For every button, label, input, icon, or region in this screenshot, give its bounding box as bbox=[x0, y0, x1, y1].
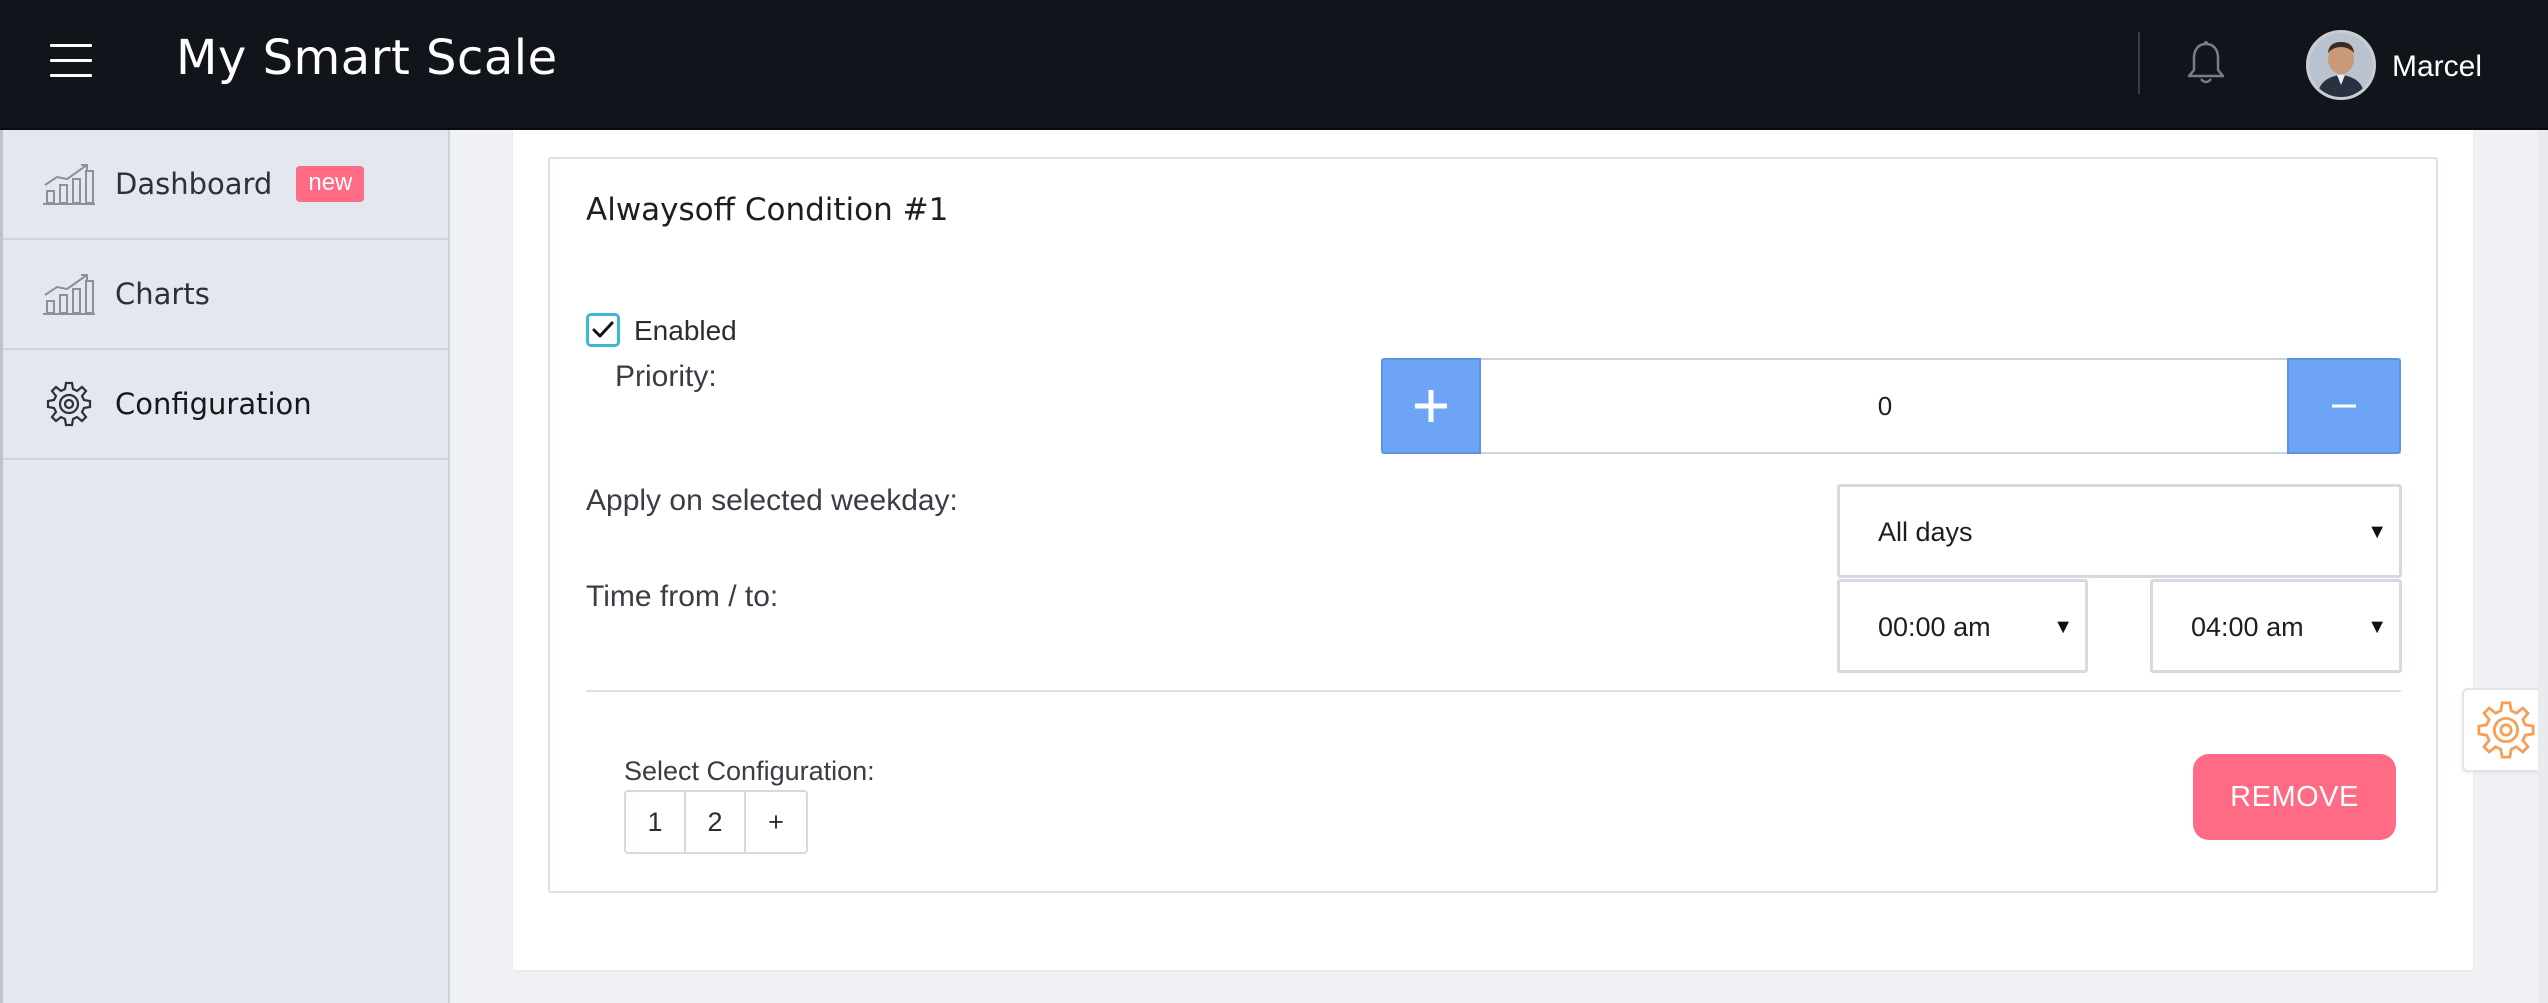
time-label: Time from / to: bbox=[586, 580, 779, 613]
sidebar-item-charts[interactable]: Charts bbox=[3, 240, 448, 350]
time-from-select[interactable]: 00:00 am ▼ bbox=[1837, 579, 2088, 673]
priority-stepper bbox=[1381, 358, 2401, 454]
select-configuration-label: Select Configuration: bbox=[624, 756, 875, 786]
section-divider bbox=[586, 690, 2401, 692]
enabled-label: Enabled bbox=[634, 315, 737, 346]
time-to-value: 04:00 am bbox=[2191, 612, 2304, 642]
sidebar-item-dashboard[interactable]: Dashboard new bbox=[3, 130, 448, 240]
time-to-select[interactable]: 04:00 am ▼ bbox=[2150, 579, 2402, 673]
new-badge: new bbox=[296, 166, 365, 202]
notification-bell-icon[interactable] bbox=[2186, 40, 2226, 86]
sidebar: Dashboard new Charts Configuration bbox=[0, 130, 450, 1003]
enabled-checkbox[interactable] bbox=[586, 313, 620, 347]
condition-title: Alwaysoff Condition #1 bbox=[586, 192, 949, 228]
checkmark-icon bbox=[592, 321, 614, 338]
remove-button[interactable]: REMOVE bbox=[2193, 754, 2396, 840]
weekday-value: All days bbox=[1878, 517, 1973, 547]
username-label[interactable]: Marcel bbox=[2392, 50, 2482, 84]
gear-icon bbox=[43, 381, 95, 427]
scrollbar[interactable] bbox=[2538, 130, 2548, 1003]
menu-toggle-icon[interactable] bbox=[50, 44, 92, 78]
top-header: My Smart Scale Marcel bbox=[0, 0, 2548, 130]
sidebar-item-configuration[interactable]: Configuration bbox=[3, 350, 448, 460]
dropdown-arrow-icon: ▼ bbox=[2053, 616, 2073, 638]
increment-button[interactable] bbox=[1381, 358, 1481, 454]
chart-growth-icon bbox=[43, 161, 95, 207]
chart-growth-icon bbox=[43, 271, 95, 317]
gear-icon bbox=[2477, 701, 2535, 759]
minus-icon bbox=[2332, 404, 2356, 408]
add-config-button[interactable]: + bbox=[746, 792, 806, 852]
sidebar-item-label: Dashboard bbox=[115, 167, 273, 201]
priority-label: Priority: bbox=[615, 360, 717, 393]
time-from-value: 00:00 am bbox=[1878, 612, 1991, 642]
plus-icon bbox=[1415, 390, 1447, 422]
app-title: My Smart Scale bbox=[176, 30, 558, 86]
weekday-select[interactable]: All days ▼ bbox=[1837, 484, 2402, 578]
dropdown-arrow-icon: ▼ bbox=[2367, 521, 2387, 543]
configuration-pager: 1 2 + bbox=[624, 790, 808, 854]
decrement-button[interactable] bbox=[2287, 358, 2401, 454]
settings-gear-button[interactable] bbox=[2462, 688, 2548, 772]
sidebar-item-label: Configuration bbox=[115, 387, 312, 421]
priority-input[interactable] bbox=[1483, 360, 2287, 452]
user-avatar[interactable] bbox=[2306, 30, 2376, 100]
config-page-2[interactable]: 2 bbox=[686, 792, 746, 852]
header-divider bbox=[2138, 32, 2140, 94]
config-page-1[interactable]: 1 bbox=[626, 792, 686, 852]
dropdown-arrow-icon: ▼ bbox=[2367, 616, 2387, 638]
weekday-label: Apply on selected weekday: bbox=[586, 484, 958, 517]
sidebar-item-label: Charts bbox=[115, 277, 210, 311]
